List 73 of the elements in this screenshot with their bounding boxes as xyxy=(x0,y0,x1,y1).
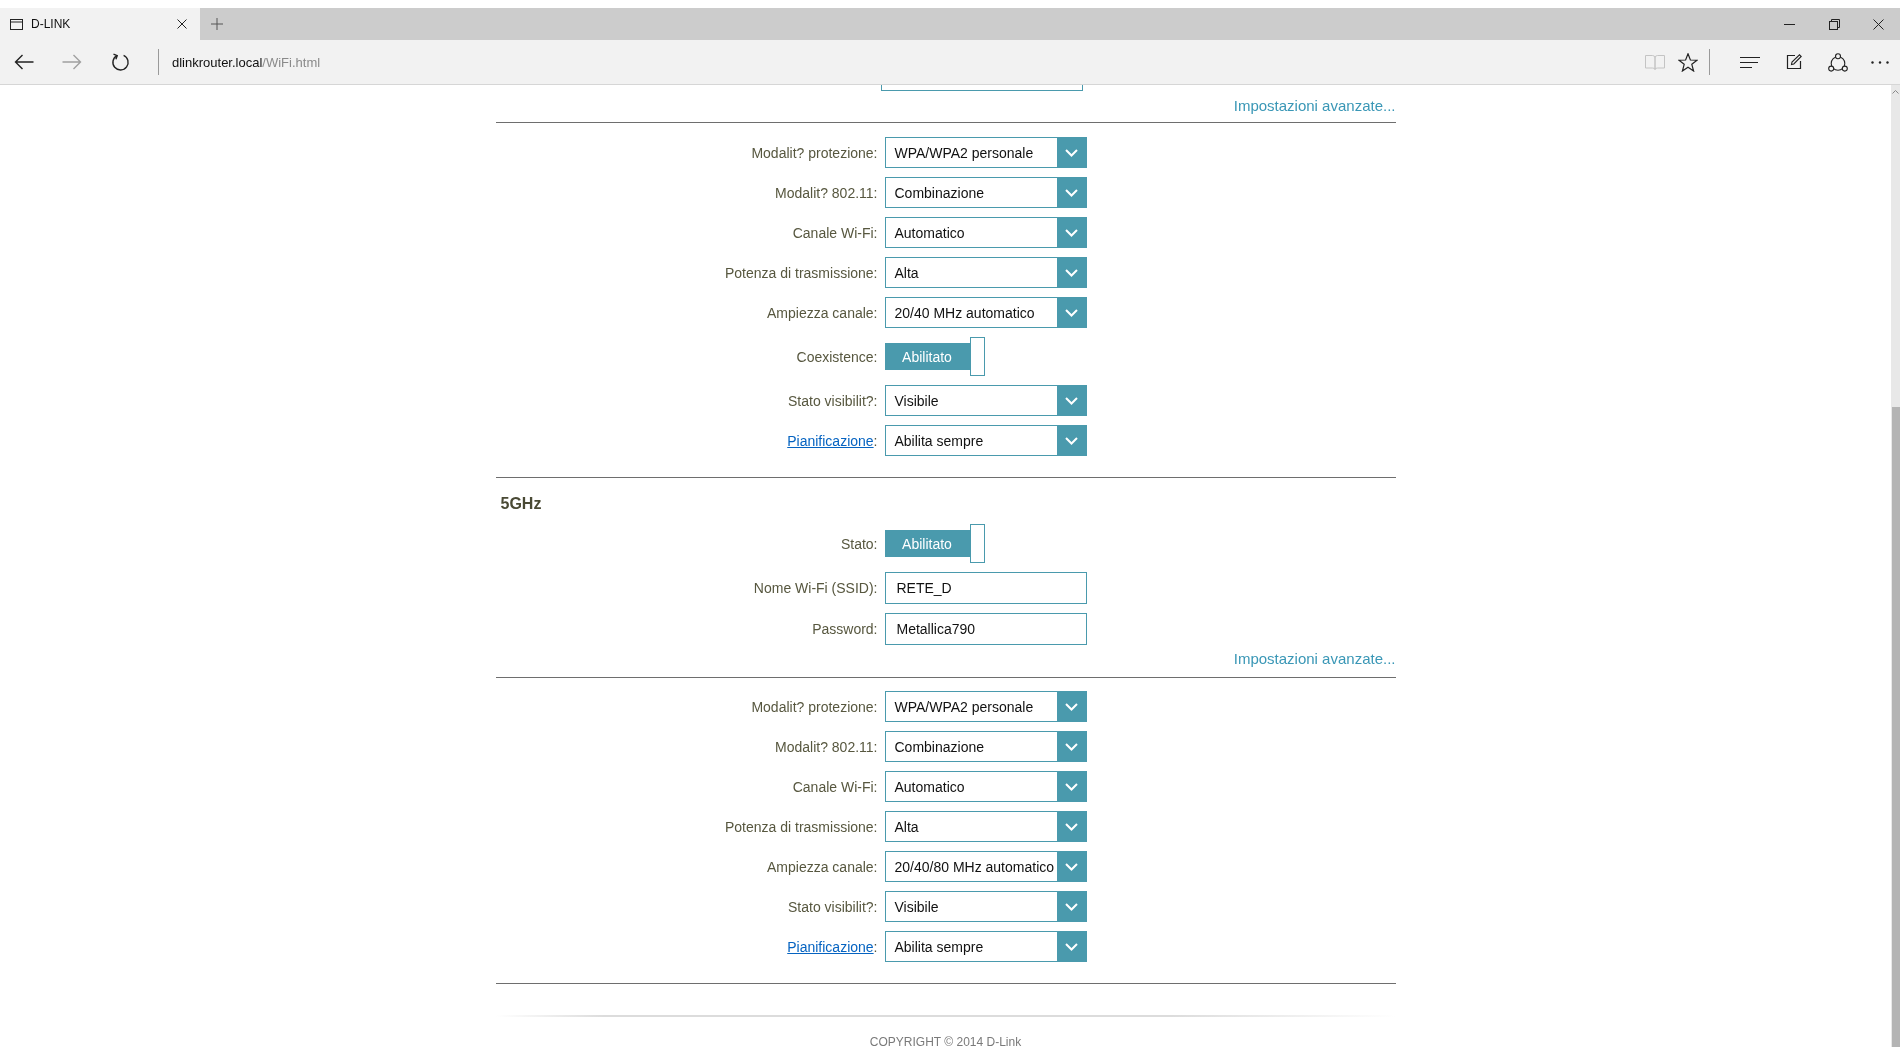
minimize-icon xyxy=(1784,23,1795,25)
back-arrow-icon xyxy=(14,54,34,70)
scrollbar-track[interactable] xyxy=(1891,85,1900,1047)
dropdown-select[interactable]: Combinazione xyxy=(884,177,1087,208)
section-title: 5GHz xyxy=(500,495,542,513)
input-field[interactable] xyxy=(880,85,1083,91)
dropdown-select[interactable]: Abilita sempre xyxy=(884,425,1087,456)
chevron-down-icon xyxy=(1056,258,1086,287)
field-label: Nome Wi-Fi (SSID): xyxy=(753,580,878,596)
field-label: Modalit? 802.11: xyxy=(775,184,878,201)
restore-icon xyxy=(1829,18,1840,30)
book-icon xyxy=(1645,54,1665,70)
browser-tab[interactable]: D-LINK xyxy=(0,8,200,40)
schedule-link[interactable]: Pianificazione xyxy=(787,938,874,955)
text-input-field[interactable]: Metallica790 xyxy=(884,613,1087,645)
field-label: Canale Wi-Fi: xyxy=(792,224,878,241)
dropdown-select[interactable]: 20/40/80 MHz automatico xyxy=(884,851,1087,882)
scroll-up-icon xyxy=(1892,90,1899,94)
chevron-down-icon xyxy=(1056,852,1086,881)
dropdown-select[interactable]: Visibile xyxy=(884,385,1087,416)
page-icon xyxy=(10,18,23,30)
chevron-down-icon xyxy=(1056,426,1086,455)
dropdown-select[interactable]: Automatico xyxy=(884,217,1087,248)
dropdown-select[interactable]: Visibile xyxy=(884,891,1087,922)
field-label: Coexistence: xyxy=(796,348,878,365)
copyright-text: COPYRIGHT © 2014 D-Link xyxy=(869,1035,1022,1047)
chevron-down-icon xyxy=(1056,178,1086,207)
field-label: Potenza di trasmissione: xyxy=(724,264,878,281)
dropdown-select[interactable]: 20/40 MHz automatico xyxy=(884,297,1087,328)
field-label: Modalit? protezione: xyxy=(751,698,878,715)
field-label: Canale Wi-Fi: xyxy=(792,778,878,795)
close-icon xyxy=(177,19,187,29)
chevron-down-icon xyxy=(1056,932,1086,961)
note-pencil-icon xyxy=(1786,54,1802,70)
chevron-down-icon xyxy=(1056,692,1086,721)
text-input-field[interactable]: RETE_D xyxy=(884,572,1087,604)
field-label: Stato visibilit?: xyxy=(788,898,878,915)
label-colon: : xyxy=(873,938,878,955)
chevron-down-icon xyxy=(1056,138,1086,167)
chevron-down-icon xyxy=(1056,892,1086,921)
forward-arrow-icon xyxy=(62,54,82,70)
chevron-down-icon xyxy=(1056,386,1086,415)
address-field[interactable]: dlinkrouter.local/WiFi.html xyxy=(172,52,321,72)
chevron-down-icon xyxy=(1056,218,1086,247)
dropdown-select[interactable]: Combinazione xyxy=(884,731,1087,762)
field-label: Ampiezza canale: xyxy=(767,858,878,875)
dropdown-select[interactable]: Alta xyxy=(884,257,1087,288)
refresh-icon xyxy=(110,52,130,72)
schedule-link[interactable]: Pianificazione xyxy=(787,432,874,449)
field-label: Stato visibilit?: xyxy=(788,392,878,409)
field-label: Modalit? 802.11: xyxy=(775,738,878,755)
chevron-down-icon xyxy=(1056,772,1086,801)
label-colon: : xyxy=(873,432,878,449)
dropdown-select[interactable]: Alta xyxy=(884,811,1087,842)
chevron-down-icon xyxy=(1056,298,1086,327)
share-icon xyxy=(1828,52,1848,72)
scrollbar-thumb[interactable] xyxy=(1892,407,1900,1047)
dropdown-select[interactable]: Automatico xyxy=(884,771,1087,802)
chevron-down-icon xyxy=(1056,732,1086,761)
more-dots-icon xyxy=(1871,60,1889,64)
plus-icon xyxy=(211,18,223,30)
star-icon xyxy=(1678,52,1698,72)
field-label: Ampiezza canale: xyxy=(767,304,878,321)
field-label: Password: xyxy=(812,621,878,637)
field-label: Stato: xyxy=(840,535,878,552)
field-label: Modalit? protezione: xyxy=(751,144,878,161)
dropdown-select[interactable]: WPA/WPA2 personale xyxy=(884,137,1087,168)
close-icon xyxy=(1873,18,1884,30)
dropdown-select[interactable]: WPA/WPA2 personale xyxy=(884,691,1087,722)
dropdown-select[interactable]: Abilita sempre xyxy=(884,931,1087,962)
field-label: Potenza di trasmissione: xyxy=(724,818,878,835)
chevron-down-icon xyxy=(1056,812,1086,841)
menu-lines-icon xyxy=(1740,56,1760,68)
